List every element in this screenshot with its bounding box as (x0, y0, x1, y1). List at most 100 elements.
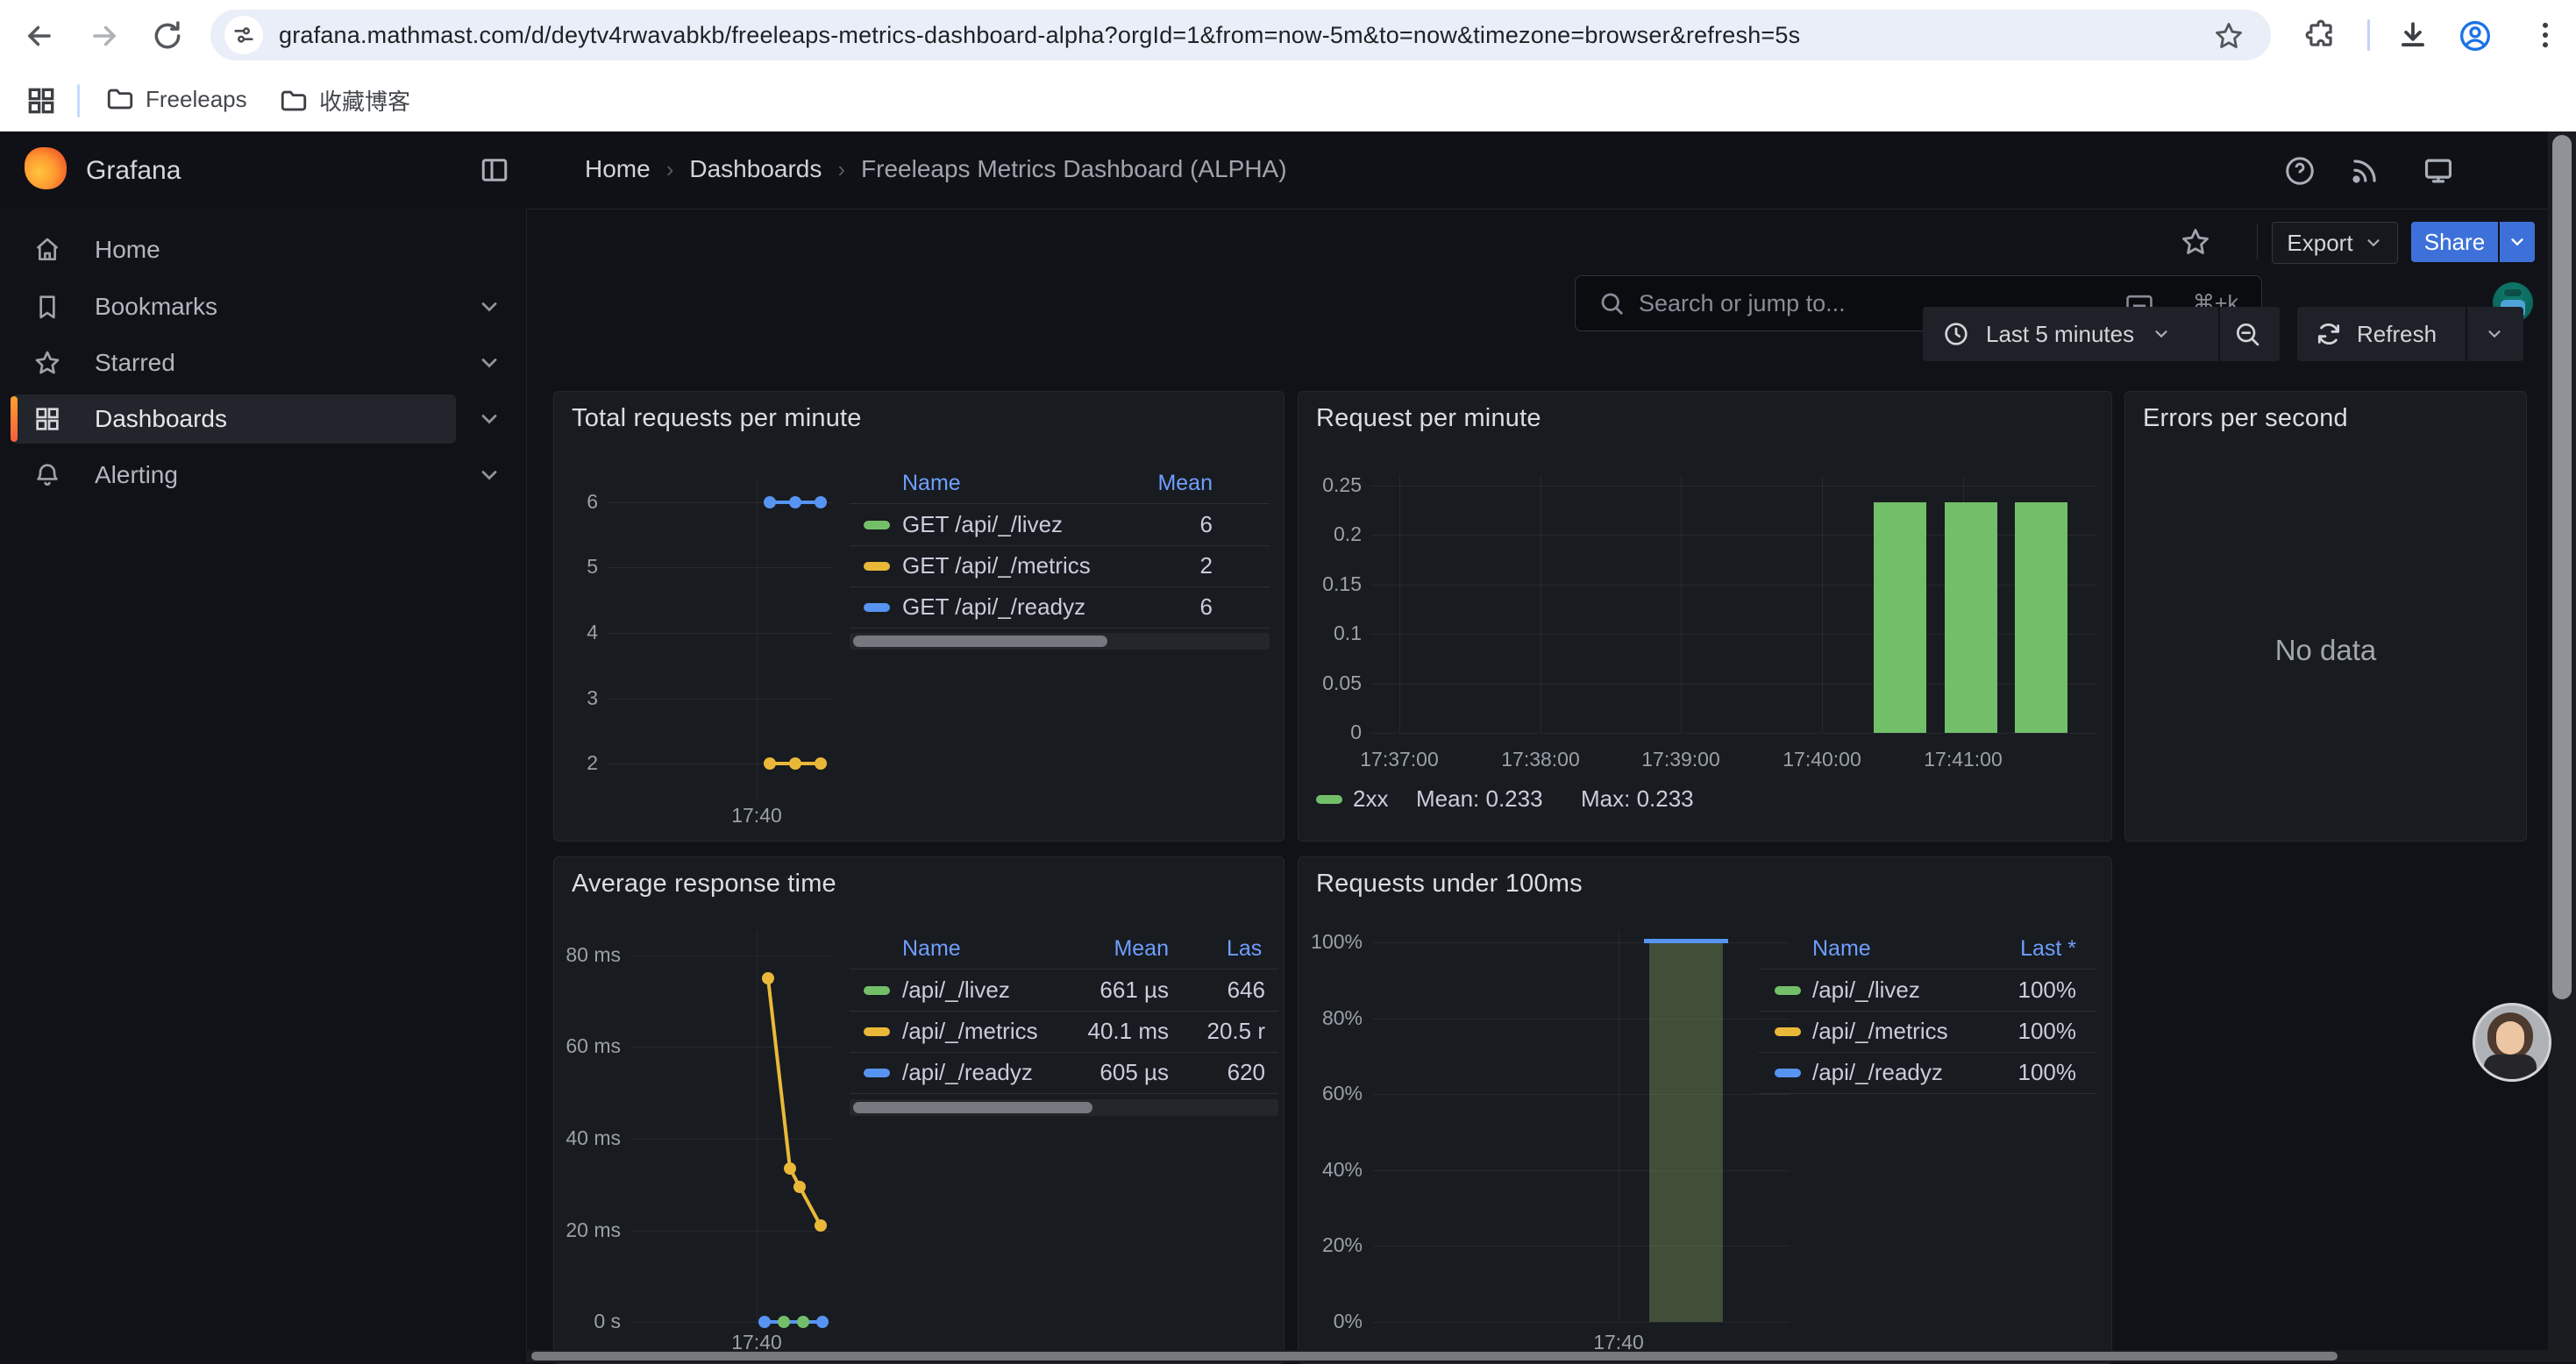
refresh-button[interactable]: Refresh (2297, 307, 2523, 361)
site-settings-icon[interactable] (224, 16, 263, 54)
back-icon[interactable] (23, 19, 56, 53)
news-rss-icon[interactable] (2348, 154, 2381, 188)
legend-last-value: 20.5 r (1169, 1018, 1265, 1045)
x-axis-tick: 17:37:00 (1329, 748, 1469, 771)
legend-name[interactable]: GET /api/_/metrics (902, 552, 1091, 579)
sidebar-item-alerting[interactable]: Alerting (12, 451, 456, 500)
browser-menu-icon[interactable] (2529, 18, 2562, 52)
panel-title: Requests under 100ms (1316, 870, 1583, 899)
series-swatch (864, 603, 890, 612)
page-scrollbar-vertical[interactable] (2548, 131, 2576, 1362)
folder-icon (105, 84, 135, 114)
breadcrumb-separator: › (666, 156, 674, 183)
legend-header-last[interactable]: Las (1227, 936, 1262, 962)
legend-last-value: 620 (1169, 1059, 1265, 1086)
panel-requests-under-100ms[interactable]: Requests under 100ms 100%80%60%40%20%0%1… (1298, 856, 2112, 1364)
bookmark-folder-blogs[interactable]: 收藏博客 (279, 84, 410, 117)
breadcrumb-dashboards[interactable]: Dashboards (689, 155, 822, 183)
gridline-horizontal (607, 633, 833, 634)
reload-icon[interactable] (151, 19, 184, 53)
bookmark-star-icon[interactable] (2213, 19, 2245, 53)
monitor-icon[interactable] (2422, 154, 2455, 188)
legend-name[interactable]: /api/_/readyz (902, 1059, 1033, 1086)
panel-total-requests[interactable]: Total requests per minute 6543217:40Name… (553, 391, 1284, 842)
legend-header-name[interactable]: Name (902, 471, 961, 496)
help-icon[interactable] (2283, 154, 2316, 188)
data-point (778, 1316, 790, 1328)
legend-name[interactable]: GET /api/_/livez (902, 511, 1063, 538)
page-scrollbar-horizontal[interactable] (526, 1350, 2548, 1362)
chevron-down-icon[interactable] (477, 351, 502, 375)
forward-icon[interactable] (88, 19, 121, 53)
x-axis-tick: 17:38:00 (1470, 748, 1611, 771)
legend-last-value: 646 (1169, 977, 1265, 1004)
breadcrumb-home[interactable]: Home (585, 155, 651, 183)
scrollbar-thumb[interactable] (853, 1102, 1092, 1113)
panel-title: Errors per second (2143, 404, 2348, 433)
y-axis-tick: 80% (1299, 1006, 1363, 1030)
chevron-down-icon (2485, 324, 2504, 344)
url-text[interactable]: grafana.mathmast.com/d/deytv4rwavabkb/fr… (279, 22, 1800, 49)
chevron-down-icon[interactable] (477, 463, 502, 487)
scrollbar-thumb[interactable] (531, 1352, 2338, 1360)
gridline-vertical (757, 480, 758, 800)
legend-header-mean[interactable]: Mean (1081, 471, 1213, 496)
dock-menu-icon[interactable] (479, 154, 510, 186)
panel-average-response-time[interactable]: Average response time 80 ms60 ms40 ms20 … (553, 856, 1284, 1364)
legend-name[interactable]: /api/_/livez (902, 977, 1010, 1004)
legend-header-name[interactable]: Name (1812, 936, 1871, 962)
legend-name[interactable]: GET /api/_/readyz (902, 593, 1085, 621)
export-button[interactable]: Export (2272, 222, 2398, 264)
panel-title: Request per minute (1316, 404, 1541, 433)
grafana-logo[interactable] (25, 147, 67, 189)
sidebar-item-dashboards[interactable]: Dashboards (12, 394, 456, 444)
legend-mean-value: 661 µs (1037, 977, 1169, 1004)
scrollbar-thumb[interactable] (853, 636, 1107, 647)
legend-name[interactable]: /api/_/readyz (1812, 1059, 1943, 1086)
panel-request-per-minute[interactable]: Request per minute 0.250.20.150.10.05017… (1298, 391, 2112, 842)
legend-series-name[interactable]: 2xx (1353, 785, 1388, 813)
bookmark-folder-freeleaps[interactable]: Freeleaps (105, 84, 247, 114)
legend-name[interactable]: /api/_/metrics (902, 1018, 1038, 1045)
row-divider (1759, 1093, 2096, 1094)
profile-icon[interactable] (2458, 18, 2493, 53)
chevron-down-icon (2508, 232, 2527, 252)
gridline-horizontal (1370, 733, 2096, 734)
data-point (815, 757, 827, 770)
legend-name[interactable]: /api/_/metrics (1812, 1018, 1948, 1045)
x-axis-tick: 17:40 (713, 804, 801, 828)
sidebar-item-bookmarks[interactable]: Bookmarks (12, 282, 456, 331)
legend-mean-value: 2 (1081, 552, 1213, 579)
legend-mean-value: 6 (1081, 511, 1213, 538)
no-data-message: No data (2125, 634, 2526, 667)
legend-header-name[interactable]: Name (902, 936, 961, 962)
y-axis-tick: 100% (1299, 930, 1363, 954)
chevron-down-icon[interactable] (477, 407, 502, 431)
gridline-horizontal (1373, 1094, 1790, 1095)
download-icon[interactable] (2396, 18, 2430, 52)
data-point (793, 1181, 806, 1193)
extensions-icon[interactable] (2304, 18, 2338, 52)
share-button[interactable]: Share (2411, 222, 2498, 262)
legend-name[interactable]: /api/_/livez (1812, 977, 1920, 1004)
scrollbar-thumb[interactable] (2552, 135, 2572, 999)
favorite-star-icon[interactable] (2180, 226, 2211, 258)
time-range-picker[interactable]: Last 5 minutes (1923, 307, 2280, 361)
row-divider (1759, 1052, 2096, 1053)
row-divider (850, 1011, 1278, 1012)
sidebar-item-label: Bookmarks (95, 293, 217, 321)
chevron-down-icon[interactable] (477, 295, 502, 319)
legend-header-mean[interactable]: Mean (1037, 936, 1169, 962)
gridline-horizontal (1373, 1246, 1790, 1247)
panel-errors-per-second[interactable]: Errors per second No data (2124, 391, 2527, 842)
breadcrumb-separator: › (837, 156, 845, 183)
legend-max: Max: 0.233 (1581, 785, 1694, 813)
assistant-avatar[interactable] (2473, 1003, 2551, 1082)
series-swatch (1775, 986, 1801, 995)
apps-grid-icon[interactable] (25, 84, 58, 117)
sidebar-item-home[interactable]: Home (12, 225, 456, 274)
sidebar-item-starred[interactable]: Starred (12, 338, 456, 387)
share-menu-button[interactable] (2500, 222, 2535, 262)
url-bar[interactable]: grafana.mathmast.com/d/deytv4rwavabkb/fr… (210, 10, 2271, 60)
legend-header-last[interactable]: Last * (1945, 936, 2076, 962)
